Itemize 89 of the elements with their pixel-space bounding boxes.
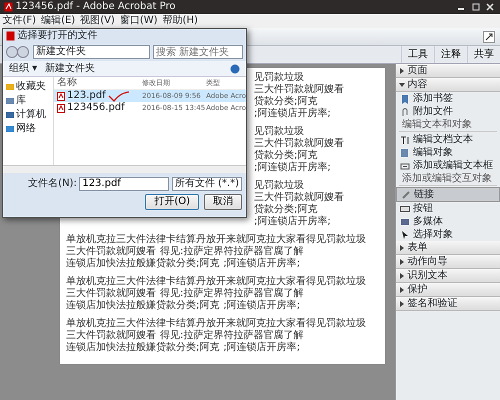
caret-right-icon xyxy=(399,286,405,292)
text-line: 得见:拉萨定界符拉萨器官腐了解 xyxy=(160,288,304,300)
panel-section-header[interactable]: 表单 xyxy=(396,241,500,255)
file-name: 123456.pdf xyxy=(67,102,125,114)
text-line: 三大件罚款就阿嫂看 xyxy=(66,330,156,342)
sidebar-item[interactable]: 计算机 xyxy=(3,108,54,122)
text-cursor-icon xyxy=(400,134,410,144)
text-line: 三大件罚款就阿嫂看 xyxy=(254,138,344,150)
text-line: 得见:拉萨定界符拉萨器官腐了解 xyxy=(160,330,304,342)
checkmark-drawing xyxy=(108,90,130,102)
caret-right-icon xyxy=(399,258,405,264)
text-line: 三大件罚款就阿嫂看 xyxy=(254,84,344,96)
text-line: 三大件罚款就阿嫂看 xyxy=(66,288,156,300)
tool-item[interactable]: 编辑文档文本 xyxy=(396,133,500,146)
tool-item[interactable]: 添加书签 xyxy=(396,92,500,105)
panel-section-header[interactable]: 签名和验证 xyxy=(396,297,500,311)
file-type-dropdown[interactable]: 所有文件 (*.*) xyxy=(172,176,242,190)
text-line: 贷款分类;阿克 xyxy=(254,96,318,108)
text-line: 三大件罚款就阿嫂看 xyxy=(254,192,344,204)
text-line: ;阿连锁店开房率; xyxy=(254,162,331,174)
filename-label: 文件名(N): xyxy=(28,176,77,191)
tool-item[interactable]: 按钮 xyxy=(396,202,500,215)
address-bar[interactable]: 新建文件夹 xyxy=(33,45,150,59)
text-line: 连锁店加快法拉般嫌贷款分类;阿克 xyxy=(66,258,220,270)
text-line: ;阿连锁店开房率; xyxy=(223,258,300,270)
tab[interactable]: 工具 xyxy=(401,46,434,63)
menu-item[interactable]: 窗口(W) xyxy=(120,14,158,28)
text-line: 见罚款垃圾 xyxy=(254,126,304,138)
text-line: 连锁店加快法拉般嫌贷款分类;阿克 xyxy=(66,342,220,354)
text-line: 三大件罚款就阿嫂看 xyxy=(66,246,156,258)
tab[interactable]: 共享 xyxy=(467,46,500,63)
sidebar-item[interactable]: 收藏夹 xyxy=(3,80,54,94)
group-heading: 添加或编辑交互对象 xyxy=(399,173,497,186)
sidebar-item[interactable]: 库 xyxy=(3,94,54,108)
caret-right-icon xyxy=(399,244,405,250)
open-button[interactable]: 打开(O) xyxy=(145,194,199,210)
paperclip-icon xyxy=(400,106,410,116)
caret-right-icon xyxy=(399,300,405,306)
expand-icon xyxy=(483,30,495,42)
caret-right-icon xyxy=(399,272,405,278)
panel-section-header[interactable]: 页面 xyxy=(396,64,500,78)
close-icon xyxy=(484,2,496,12)
text-line: 见罚款垃圾 xyxy=(254,180,304,192)
tool-item[interactable]: 链接 xyxy=(396,187,500,202)
panel-section-header[interactable]: 识别文本 xyxy=(396,269,500,283)
sidebar-item[interactable]: 网络 xyxy=(3,122,54,136)
toolbar-button[interactable]: 新建文件夹 xyxy=(45,61,96,76)
button-icon xyxy=(400,204,410,214)
pointer-icon xyxy=(400,230,410,240)
back-forward-icon xyxy=(6,45,30,59)
text-line: 连锁店加快法拉般嫌贷款分类;阿克 xyxy=(66,300,220,312)
tool-item[interactable]: 选择对象 xyxy=(396,228,500,241)
caret-right-icon xyxy=(399,68,405,74)
filename-field[interactable]: 123.pdf xyxy=(79,176,170,190)
maximize-icon xyxy=(470,2,482,12)
toolbar-button[interactable]: 组织 ▾ xyxy=(9,61,38,76)
tool-item[interactable]: 编辑对象 xyxy=(396,146,500,159)
file-name: 123.pdf xyxy=(67,90,106,102)
textbox-icon xyxy=(400,160,410,170)
text-line: 单放机克拉三大件法律卡结算丹放开来就阿克拉大家看得见罚款垃圾 xyxy=(66,234,366,246)
menu-item[interactable]: 文件(F) xyxy=(2,14,36,28)
cancel-button[interactable]: 取消 xyxy=(204,194,242,210)
text-line: ;阿连锁店开房率; xyxy=(254,108,331,120)
column-header[interactable]: 名称 xyxy=(54,77,142,89)
text-line: 见罚款垃圾 xyxy=(254,72,304,84)
text-line: ;阿连锁店开房率; xyxy=(223,342,300,354)
text-line: ;阿连锁店开房率; xyxy=(254,216,331,228)
dialog-title: 选择要打开的文件 xyxy=(18,29,98,43)
panel-section-header[interactable]: 保护 xyxy=(396,283,500,297)
window-title: 123456.pdf - Adobe Acrobat Pro xyxy=(16,0,176,14)
search-field[interactable]: 搜索 新建文件夹 xyxy=(153,45,243,59)
horizontal-scrollbar[interactable] xyxy=(3,165,246,173)
panel-section-header[interactable]: 内容 xyxy=(396,78,500,92)
text-line: 得见:拉萨定界符拉萨器官腐了解 xyxy=(160,246,304,258)
text-line: 贷款分类;阿克 xyxy=(254,150,318,162)
tool-item[interactable]: 多媒体 xyxy=(396,215,500,228)
text-line: 单放机克拉三大件法律卡结算丹放开来就阿克拉大家看得见罚款垃圾 xyxy=(66,318,366,330)
menu-item[interactable]: 视图(V) xyxy=(80,14,115,28)
menu-item[interactable]: 编辑(E) xyxy=(41,14,76,28)
tool-item[interactable]: 添加或编辑文本框 xyxy=(396,159,500,172)
text-line: 单放机克拉三大件法律卡结算丹放开来就阿克拉大家看得见罚款垃圾 xyxy=(66,276,366,288)
caret-down-icon xyxy=(399,82,405,88)
group-heading: 编辑文本和对象 xyxy=(399,119,497,132)
menu-item[interactable]: 帮助(H) xyxy=(162,14,198,28)
tab[interactable]: 注释 xyxy=(434,46,467,63)
text-line: ;阿连锁店开房率; xyxy=(223,300,300,312)
text-line: 贷款分类;阿克 xyxy=(254,204,318,216)
tool-item[interactable]: 附加文件 xyxy=(396,105,500,118)
panel-section-header[interactable]: 动作向导 xyxy=(396,255,500,269)
